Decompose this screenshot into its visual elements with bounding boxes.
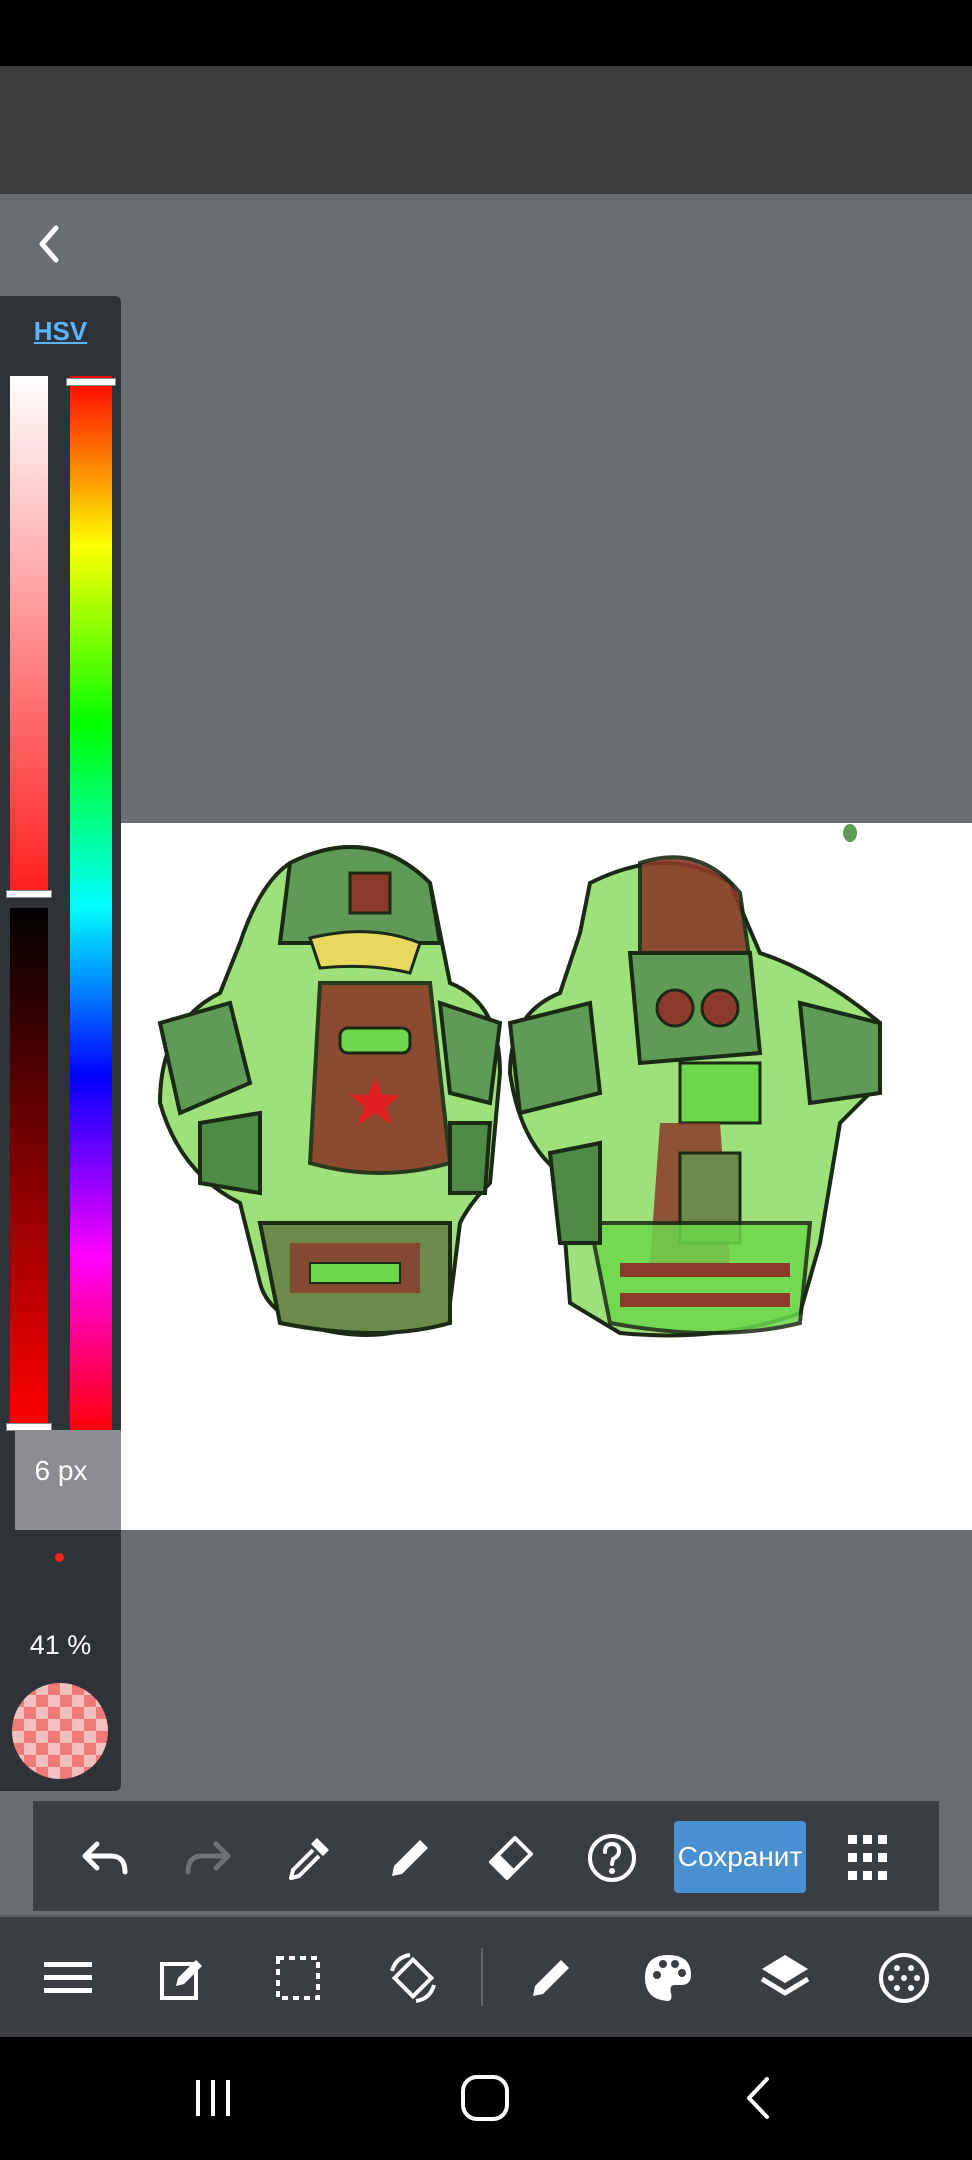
layers-icon[interactable] — [755, 1948, 815, 2008]
transform-icon[interactable] — [383, 1948, 443, 2008]
menu-icon[interactable] — [38, 1948, 98, 2008]
back-icon[interactable] — [729, 2068, 789, 2128]
help-icon[interactable] — [582, 1828, 642, 1888]
left-armor-figure — [157, 845, 503, 1337]
recent-apps-icon[interactable] — [183, 2068, 243, 2128]
redo-icon[interactable] — [178, 1828, 238, 1888]
drawing-canvas[interactable] — [120, 823, 972, 1530]
material-icon[interactable] — [874, 1948, 934, 2008]
hsv-mode-link[interactable]: HSV — [0, 316, 121, 347]
undo-icon[interactable] — [75, 1828, 135, 1888]
back-chevron-icon[interactable] — [30, 222, 70, 266]
saturation-slider-handle[interactable] — [6, 890, 52, 898]
saturation-slider[interactable] — [10, 376, 48, 896]
brush-preview-dot — [55, 1553, 64, 1562]
eyedropper-icon[interactable] — [279, 1828, 339, 1888]
nav-separator — [481, 1948, 483, 2006]
grid-menu-icon[interactable] — [838, 1828, 898, 1888]
edit-icon[interactable] — [152, 1948, 212, 2008]
armor-sketch-drawing — [157, 824, 882, 1338]
selection-icon[interactable] — [268, 1948, 328, 2008]
bottom-nav — [0, 1915, 972, 2039]
top-bar — [0, 66, 972, 194]
right-armor-figure — [507, 855, 882, 1338]
home-icon[interactable] — [455, 2068, 515, 2128]
value-slider[interactable] — [10, 908, 48, 1426]
status-bar — [0, 0, 972, 66]
pen-icon[interactable] — [380, 1828, 440, 1888]
opacity-label: 41 % — [29, 1630, 92, 1660]
save-button[interactable]: Сохранит — [674, 1821, 806, 1893]
brush-icon[interactable] — [521, 1948, 581, 2008]
brush-size-label: 6 px — [34, 1455, 88, 1486]
eraser-icon[interactable] — [481, 1828, 541, 1888]
current-color-swatch[interactable] — [12, 1683, 108, 1779]
hue-slider[interactable] — [70, 376, 112, 1436]
palette-icon[interactable] — [638, 1948, 698, 2008]
hue-slider-handle[interactable] — [66, 378, 116, 386]
